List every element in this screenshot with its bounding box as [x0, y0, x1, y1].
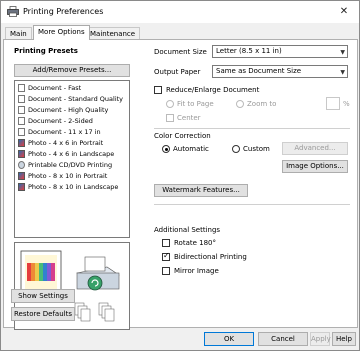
window-title: Printing Preferences [23, 7, 104, 16]
photo-icon [18, 183, 25, 191]
rotate-180-checkbox[interactable] [162, 239, 170, 247]
ok-button[interactable]: OK [204, 332, 254, 346]
center-label: Center [177, 114, 201, 122]
mirror-image-checkbox[interactable] [162, 267, 170, 275]
cd-icon [18, 161, 25, 169]
more-options-panel: Printing Presets Add/Remove Presets... D… [3, 39, 358, 330]
document-icon [18, 128, 25, 136]
restore-defaults-button[interactable]: Restore Defaults [11, 307, 75, 321]
percent-sign: % [343, 100, 350, 108]
list-item[interactable]: Document - 11 x 17 in [18, 128, 101, 138]
close-button[interactable]: ✕ [329, 1, 359, 23]
rotate-180-label: Rotate 180° [174, 239, 217, 247]
automatic-radio[interactable] [162, 145, 170, 153]
document-size-select[interactable]: Letter (8.5 x 11 in) ▼ [212, 45, 348, 58]
fit-to-page-radio[interactable] [166, 100, 174, 108]
document-icon [18, 95, 25, 103]
zoom-to-radio[interactable] [236, 100, 244, 108]
list-item[interactable]: Document - Standard Quality [18, 95, 123, 105]
document-icon [18, 117, 25, 125]
custom-radio[interactable] [232, 145, 240, 153]
fit-to-page-label: Fit to Page [177, 100, 214, 108]
printer-illustration-icon [76, 256, 120, 291]
zoom-percent-stepper[interactable] [326, 97, 340, 110]
divider [154, 204, 350, 205]
help-button[interactable]: Help [332, 332, 356, 346]
list-item[interactable]: Photo - 8 x 10 in Portrait [18, 172, 107, 182]
color-correction-heading: Color Correction [154, 132, 211, 140]
advanced-button[interactable]: Advanced... [282, 142, 348, 155]
watermark-features-button[interactable]: Watermark Features... [154, 184, 248, 197]
reduce-enlarge-checkbox[interactable] [154, 86, 162, 94]
chevron-down-icon: ▼ [340, 49, 345, 56]
photo-icon [18, 150, 25, 158]
copies-icon [74, 302, 115, 322]
center-checkbox[interactable] [166, 114, 174, 122]
presets-list[interactable]: Document - Fast Document - Standard Qual… [14, 80, 130, 238]
additional-settings-heading: Additional Settings [154, 226, 221, 234]
automatic-label: Automatic [173, 145, 209, 153]
image-options-button[interactable]: Image Options... [282, 160, 348, 173]
custom-label: Custom [243, 145, 270, 153]
tab-more-options[interactable]: More Options [33, 25, 90, 40]
output-paper-select[interactable]: Same as Document Size ▼ [212, 65, 348, 78]
bidirectional-printing-checkbox[interactable] [162, 251, 170, 261]
list-item[interactable]: Photo - 4 x 6 in Landscape [18, 150, 114, 160]
list-item[interactable]: Document - 2-Sided [18, 117, 93, 127]
chevron-down-icon: ▼ [340, 69, 345, 76]
divider [154, 128, 350, 129]
printing-presets-heading: Printing Presets [14, 47, 78, 55]
photo-icon [18, 139, 25, 147]
list-item[interactable]: Photo - 8 x 10 in Landscape [18, 183, 118, 193]
apply-button[interactable]: Apply [310, 332, 331, 346]
output-paper-label: Output Paper [154, 68, 201, 76]
show-settings-button[interactable]: Show Settings [11, 289, 75, 303]
printer-icon [7, 6, 19, 17]
document-icon [18, 84, 25, 92]
document-icon [18, 106, 25, 114]
add-remove-presets-button[interactable]: Add/Remove Presets... [14, 64, 130, 77]
title-bar: Printing Preferences ✕ [1, 1, 359, 23]
list-item[interactable]: Document - High Quality [18, 106, 108, 116]
document-size-label: Document Size [154, 48, 207, 56]
list-item[interactable]: Photo - 4 x 6 in Portrait [18, 139, 103, 149]
zoom-to-label: Zoom to [247, 100, 277, 108]
reduce-enlarge-label: Reduce/Enlarge Document [166, 86, 260, 94]
printing-preferences-window: Printing Preferences ✕ Main More Options… [0, 0, 360, 351]
list-item[interactable]: Document - Fast [18, 84, 81, 94]
bidirectional-printing-label: Bidirectional Printing [174, 253, 247, 261]
photo-icon [18, 172, 25, 180]
list-item[interactable]: Printable CD/DVD Printing [18, 161, 112, 171]
mirror-image-label: Mirror Image [174, 267, 219, 275]
cancel-button[interactable]: Cancel [258, 332, 308, 346]
